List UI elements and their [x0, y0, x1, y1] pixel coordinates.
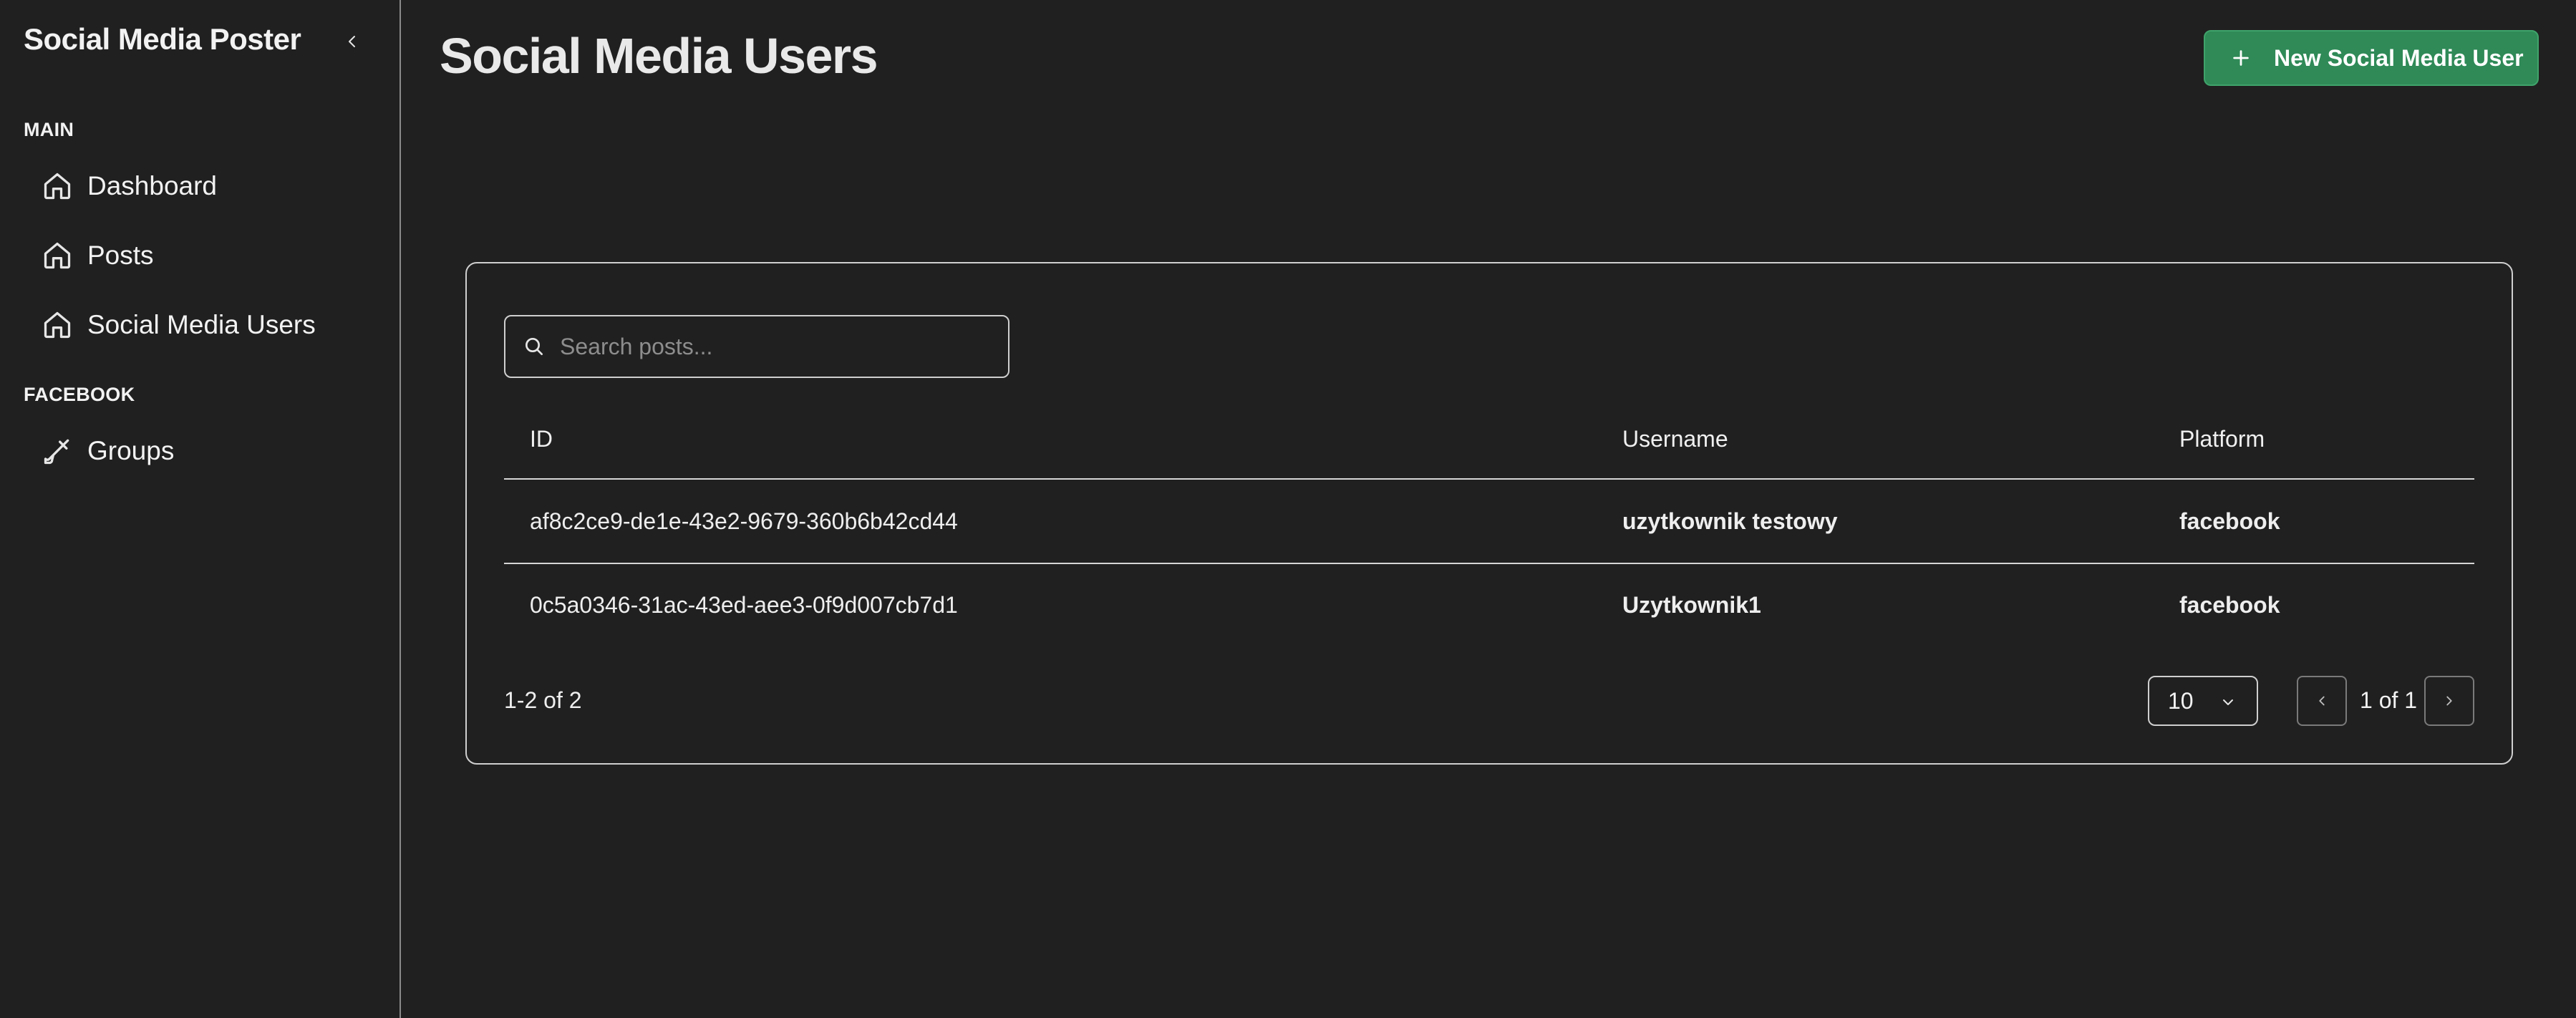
table-row[interactable]: 0c5a0346-31ac-43ed-aee3-0f9d007cb7d1 Uzy…	[504, 563, 2474, 646]
column-header-platform[interactable]: Platform	[2179, 426, 2265, 452]
cell-id: 0c5a0346-31ac-43ed-aee3-0f9d007cb7d1	[530, 591, 958, 618]
plus-icon	[2227, 44, 2255, 72]
sidebar-item-label: Groups	[87, 436, 175, 465]
page-title: Social Media Users	[440, 28, 878, 84]
sidebar-item-label: Posts	[87, 241, 154, 270]
users-table-card: ID Username Platform af8c2ce9-de1e-43e2-…	[465, 262, 2513, 765]
page-size-select[interactable]: 10	[2148, 676, 2258, 726]
next-page-button[interactable]	[2424, 676, 2474, 726]
search-field[interactable]	[504, 315, 1009, 378]
new-social-media-user-button[interactable]: New Social Media User	[2204, 30, 2539, 86]
search-input[interactable]	[558, 332, 1008, 361]
chevron-down-icon	[2218, 692, 2238, 712]
cell-id: af8c2ce9-de1e-43e2-9679-360b6b42cd44	[530, 508, 958, 534]
sidebar-item-label: Social Media Users	[87, 310, 316, 339]
chevron-right-icon	[2446, 696, 2452, 706]
chevron-left-icon	[2319, 696, 2325, 706]
table-header: ID Username Platform	[504, 399, 2474, 480]
table-row[interactable]: af8c2ce9-de1e-43e2-9679-360b6b42cd44 uzy…	[504, 480, 2474, 563]
app-title: Social Media Poster	[24, 22, 301, 56]
cell-platform: facebook	[2179, 591, 2280, 618]
search-icon	[520, 332, 548, 361]
page-indicator: 1 of 1	[2360, 687, 2418, 713]
home-icon	[40, 169, 74, 203]
home-icon	[40, 238, 74, 273]
cell-username: uzytkownik testowy	[1622, 508, 1838, 534]
cell-platform: facebook	[2179, 508, 2280, 534]
sidebar-item-posts[interactable]: Posts	[40, 228, 377, 283]
home-icon	[40, 308, 74, 342]
column-header-username[interactable]: Username	[1622, 426, 1728, 452]
page-size-value: 10	[2168, 687, 2194, 714]
sidebar-item-label: Dashboard	[87, 171, 218, 200]
collapse-sidebar-button[interactable]	[338, 27, 367, 56]
column-header-id[interactable]: ID	[530, 426, 553, 452]
brush-icon	[40, 434, 74, 468]
cell-username: Uzytkownik1	[1622, 591, 1761, 618]
section-label-main: MAIN	[24, 119, 74, 140]
pagination-range: 1-2 of 2	[504, 687, 582, 713]
section-label-facebook: FACEBOOK	[24, 384, 135, 405]
sidebar: Social Media Poster MAIN Dashboard Posts…	[0, 0, 401, 1018]
sidebar-item-social-media-users[interactable]: Social Media Users	[40, 298, 377, 352]
sidebar-item-groups[interactable]: Groups	[40, 424, 377, 478]
users-table: ID Username Platform af8c2ce9-de1e-43e2-…	[504, 399, 2474, 646]
chevron-left-icon	[349, 36, 355, 47]
previous-page-button[interactable]	[2297, 676, 2347, 726]
new-button-label: New Social Media User	[2274, 44, 2524, 71]
sidebar-item-dashboard[interactable]: Dashboard	[40, 159, 377, 213]
